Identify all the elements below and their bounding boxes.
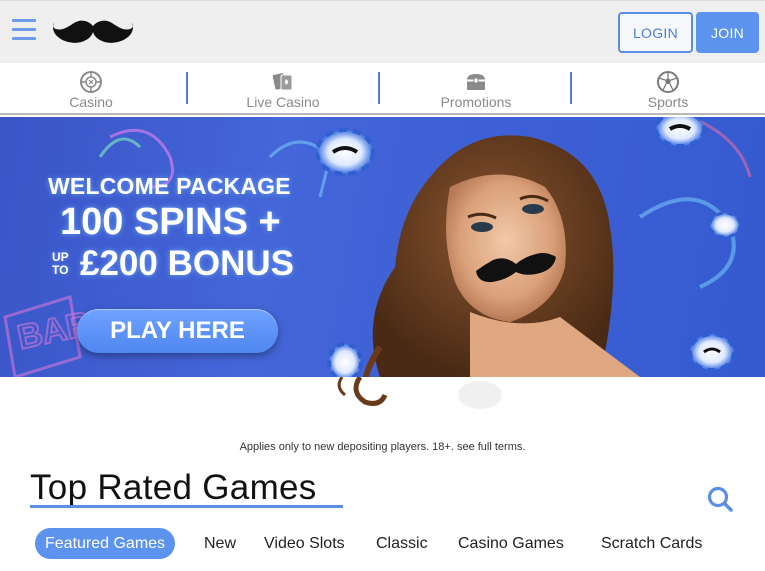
nav-divider — [570, 72, 572, 104]
playing-cards-icon — [272, 73, 293, 91]
top-header: LOGIN JOIN — [0, 0, 765, 63]
tab-featured-games[interactable]: Featured Games — [35, 528, 176, 559]
tab-classic[interactable]: Classic — [376, 528, 428, 559]
category-nav: Casino Live Casino Promotions Sports — [0, 63, 765, 115]
roulette-wheel-icon — [80, 71, 102, 93]
hamburger-menu-icon[interactable] — [12, 17, 38, 43]
search-icon[interactable] — [706, 485, 734, 513]
nav-item-promotions[interactable]: Promotions — [401, 63, 551, 113]
login-button[interactable]: LOGIN — [618, 12, 693, 53]
banner-up-to: UP TO — [52, 251, 69, 277]
nav-divider — [378, 72, 380, 104]
banner-to: TO — [52, 263, 69, 277]
nav-label-casino: Casino — [69, 94, 113, 110]
title-underline — [30, 505, 343, 508]
play-here-button[interactable]: PLAY HERE — [77, 309, 278, 353]
tab-scratch-cards[interactable]: Scratch Cards — [601, 528, 702, 559]
section-title: Top Rated Games — [30, 468, 317, 507]
promo-banner[interactable]: BAR WELCOME PACKAGE 100 SPINS + UP TO £2… — [0, 117, 765, 377]
tab-new[interactable]: New — [204, 528, 236, 559]
game-category-tabs: Featured Games New Video Slots Classic C… — [35, 528, 765, 562]
nav-label-sports: Sports — [647, 94, 689, 110]
soccer-ball-icon — [657, 71, 679, 93]
nav-item-sports[interactable]: Sports — [593, 63, 743, 113]
nav-label-promotions: Promotions — [440, 94, 512, 110]
moustache-logo[interactable] — [52, 17, 134, 47]
nav-item-casino[interactable]: Casino — [16, 63, 166, 113]
page: LOGIN JOIN Casino Live Casino Promotions… — [0, 0, 765, 571]
nav-divider — [186, 72, 188, 104]
banner-overflow-art — [337, 377, 502, 409]
join-button[interactable]: JOIN — [696, 12, 759, 53]
nav-label-live-casino: Live Casino — [246, 94, 320, 110]
tab-video-slots[interactable]: Video Slots — [264, 528, 345, 559]
terms-notice: Applies only to new depositing players. … — [239, 441, 526, 453]
treasure-chest-icon — [467, 74, 485, 90]
banner-spins: 100 SPINS + — [60, 201, 281, 243]
banner-bonus: £200 BONUS — [80, 244, 294, 283]
nav-item-live-casino[interactable]: Live Casino — [208, 63, 358, 113]
tab-casino-games[interactable]: Casino Games — [458, 528, 564, 559]
banner-headline: WELCOME PACKAGE — [48, 173, 291, 199]
